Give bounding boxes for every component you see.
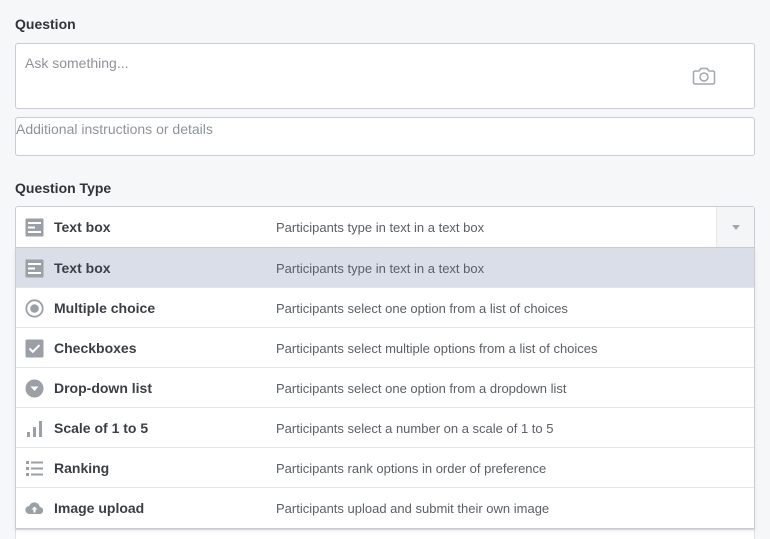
option-name: Image upload [54, 500, 145, 516]
select-toggle[interactable] [716, 207, 754, 247]
question-type-select[interactable]: Text box Participants type in text in a … [15, 206, 755, 248]
text-box-icon [25, 218, 44, 237]
option-description: Participants select one option from a dr… [276, 381, 567, 396]
cloud-upload-icon [25, 502, 44, 515]
dropdown-icon [25, 379, 44, 398]
option-description: Participants rank options in order of pr… [276, 461, 547, 476]
question-placeholder: Ask something... [25, 55, 129, 71]
details-input[interactable]: Additional instructions or details [15, 117, 755, 156]
text-box-icon [25, 259, 44, 278]
chevron-down-icon [732, 225, 740, 230]
option-name: Text box [54, 260, 111, 276]
option-name: Ranking [54, 460, 110, 476]
option-description: Participants select multiple options fro… [276, 341, 598, 356]
option-description: Participants type in text in a text box [276, 261, 485, 276]
option-description: Participants upload and submit their own… [276, 501, 550, 516]
option-multiple-choice[interactable]: Multiple choice Participants select one … [16, 288, 754, 328]
option-scale[interactable]: Scale of 1 to 5 Participants select a nu… [16, 408, 754, 448]
option-description: Participants select a number on a scale … [276, 421, 554, 436]
option-name: Multiple choice [54, 300, 156, 316]
question-input[interactable]: Ask something... [15, 43, 755, 109]
question-type-label: Question Type [15, 180, 112, 196]
option-text-box[interactable]: Text box Participants type in text in a … [16, 248, 754, 288]
option-checkboxes[interactable]: Checkboxes Participants select multiple … [16, 328, 754, 368]
background-panel-edge [15, 529, 755, 539]
option-name: Drop-down list [54, 380, 152, 396]
option-drop-down-list[interactable]: Drop-down list Participants select one o… [16, 368, 754, 408]
ranked-list-icon [26, 461, 43, 476]
selected-type-name: Text box [54, 219, 111, 235]
checkbox-icon [25, 339, 44, 358]
option-image-upload[interactable]: Image upload Participants upload and sub… [16, 488, 754, 528]
selected-type-description: Participants type in text in a text box [276, 220, 485, 235]
option-name: Scale of 1 to 5 [54, 420, 149, 436]
question-label: Question [15, 16, 76, 32]
bar-scale-icon [27, 421, 42, 437]
option-name: Checkboxes [54, 340, 137, 356]
details-placeholder: Additional instructions or details [16, 121, 213, 137]
option-description: Participants select one option from a li… [276, 301, 568, 316]
radio-icon [25, 299, 44, 318]
question-type-dropdown: Text box Participants type in text in a … [15, 248, 755, 529]
camera-icon[interactable] [692, 66, 716, 86]
option-ranking[interactable]: Ranking Participants rank options in ord… [16, 448, 754, 488]
